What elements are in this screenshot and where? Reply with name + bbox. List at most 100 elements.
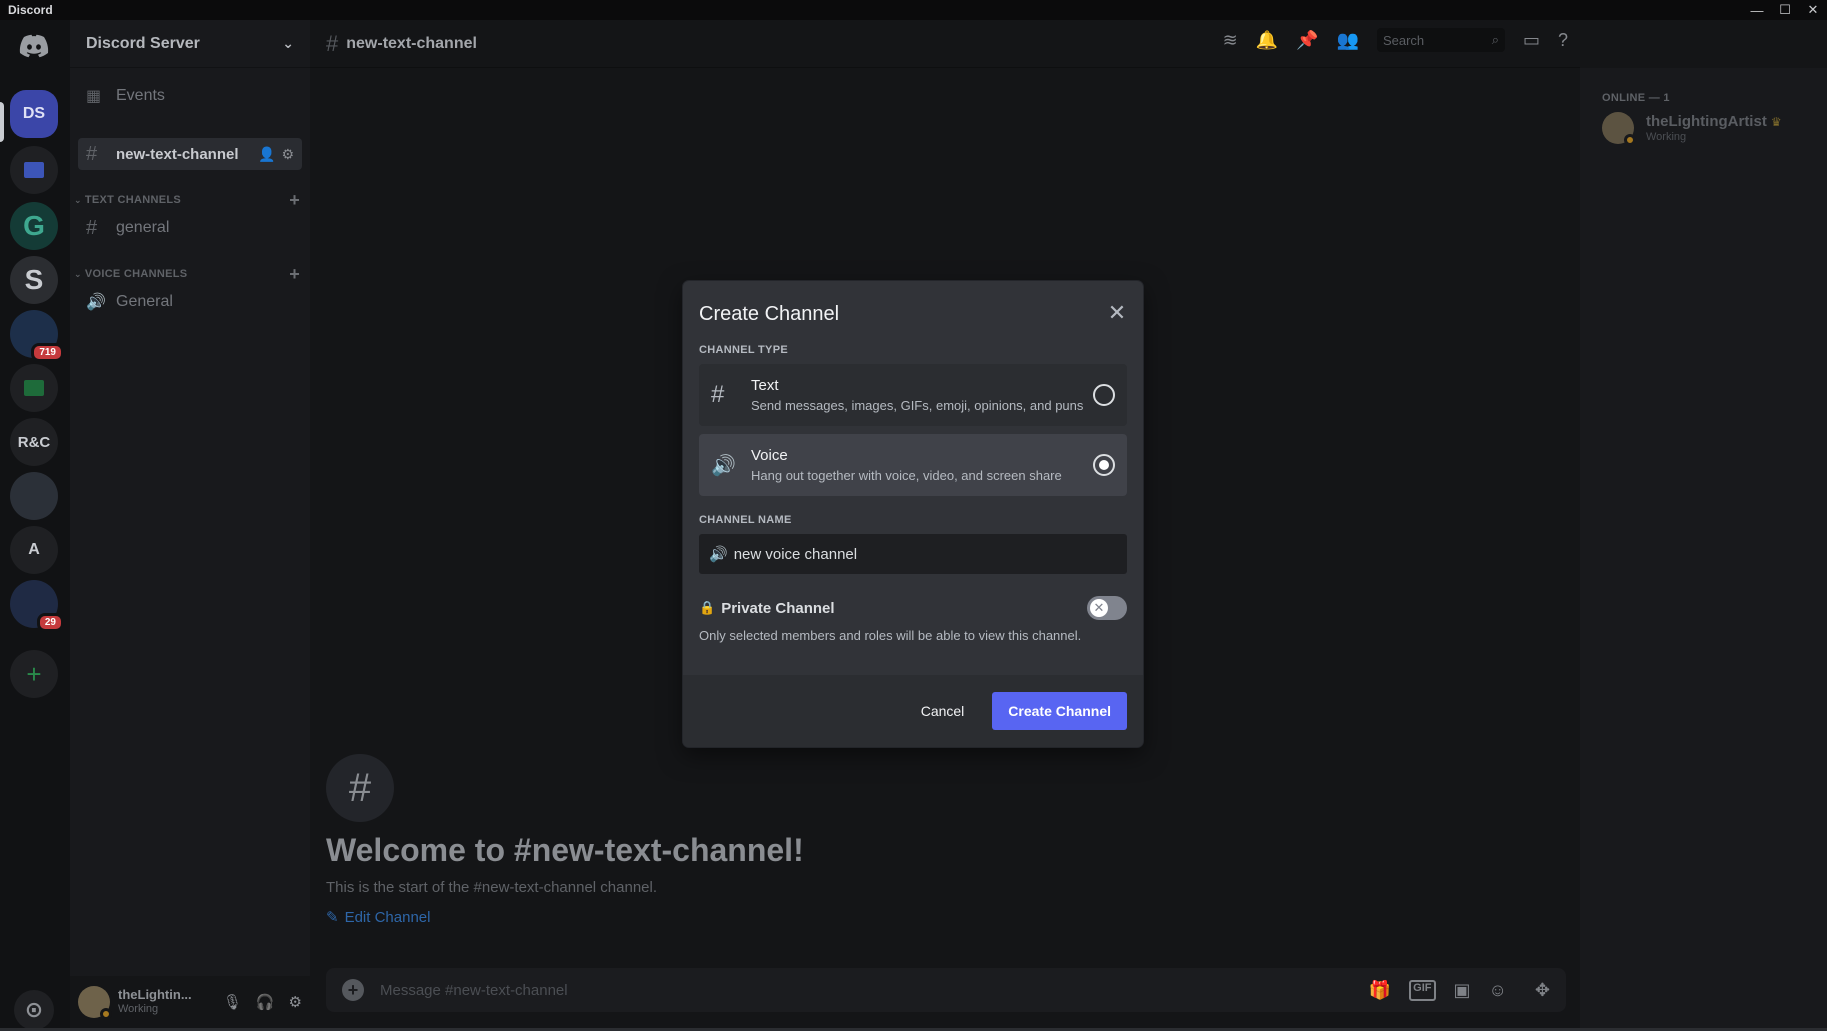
channel-type-voice-option[interactable]: 🔊 Voice Hang out together with voice, vi… [699, 434, 1127, 496]
sidebar-item-general[interactable]: # general [78, 212, 302, 244]
chevron-down-icon: ⌄ [282, 35, 294, 51]
hash-icon: # [326, 754, 394, 822]
server-rc[interactable]: R&C [10, 418, 58, 466]
welcome-title: Welcome to #new-text-channel! [326, 832, 804, 868]
speaker-icon: 🔊 [86, 294, 106, 311]
discover-icon[interactable]: ⊙ [14, 990, 54, 1030]
add-channel-icon[interactable]: + [289, 190, 300, 211]
create-channel-button[interactable]: Create Channel [992, 692, 1127, 730]
composer-tools: 🎁 GIF ▣ ☺ ✥ [1369, 979, 1550, 1001]
emoji-icon[interactable]: ☺ [1489, 980, 1507, 1001]
speaker-icon: 🔊 [709, 546, 728, 563]
server-rail: DS G S 719 R&C A 29 + ⊙ [0, 20, 70, 1030]
chevron-down-icon: ⌄ [74, 268, 82, 279]
active-server-pill [0, 102, 4, 142]
message-composer: + 🎁 GIF ▣ ☺ ✥ [326, 968, 1566, 1012]
avatar[interactable] [78, 986, 112, 1020]
inbox-icon[interactable]: ▭ [1523, 30, 1540, 51]
channel-name-input[interactable] [733, 545, 1094, 563]
sidebar-item-voice-general[interactable]: 🔊 General [78, 286, 302, 318]
add-server-button[interactable]: + [10, 650, 58, 698]
member-list-panel: ONLINE — 1 theLightingArtist ♛ Working [1580, 68, 1827, 1028]
gif-icon[interactable]: GIF [1409, 979, 1436, 1001]
server-g[interactable]: G [10, 202, 58, 250]
modal-title: Create Channel [699, 303, 840, 325]
radio-voice[interactable] [1093, 454, 1115, 476]
member-list: ONLINE — 1 theLightingArtist ♛ Working [1580, 20, 1827, 1028]
cancel-button[interactable]: Cancel [901, 692, 985, 730]
threads-icon[interactable]: ≋ [1223, 30, 1238, 51]
speaker-icon: 🔊 [711, 454, 736, 477]
channel-welcome: # Welcome to #new-text-channel! This is … [326, 754, 804, 926]
header-toolbar: ≋ 🔔 📌 👥 Search ⌕ ▭ ? [1223, 28, 1568, 52]
events-item[interactable]: ▦ Events [78, 80, 302, 112]
invite-icon[interactable]: 👤 [258, 146, 275, 163]
username: theLightin... [118, 987, 192, 1003]
server-a[interactable]: A [10, 526, 58, 574]
edit-channel-link[interactable]: ✎ Edit Channel [326, 908, 804, 927]
upload-plus-icon[interactable]: + [342, 979, 364, 1001]
channel-label: General [116, 293, 173, 310]
gift-icon[interactable]: 🎁 [1369, 980, 1391, 1001]
gear-icon[interactable]: ⚙ [281, 146, 294, 163]
close-window-button[interactable]: ✕ [1799, 0, 1827, 20]
lock-icon: 🔒 [699, 600, 716, 615]
category-label: TEXT CHANNELS [84, 194, 182, 206]
option-name: Text [751, 377, 779, 394]
add-channel-icon[interactable]: + [289, 264, 300, 285]
member-category: ONLINE — 1 [1602, 92, 1670, 104]
app-title: Discord [8, 3, 53, 17]
server-header[interactable]: Discord Server ⌄ [70, 20, 310, 68]
create-channel-modal: Create Channel ✕ CHANNEL TYPE # Text Sen… [683, 281, 1143, 747]
apps-icon[interactable]: ✥ [1535, 980, 1550, 1001]
radio-text[interactable] [1093, 384, 1115, 406]
option-description: Hang out together with voice, video, and… [751, 468, 1062, 483]
member-name: theLightingArtist [1646, 113, 1767, 130]
pencil-icon: ✎ [326, 909, 339, 926]
hash-icon: # [711, 381, 725, 408]
headphones-icon[interactable]: 🎧 [256, 993, 275, 1011]
help-icon[interactable]: ? [1558, 30, 1568, 51]
category-voice-channels[interactable]: ⌄ VOICE CHANNELS + [74, 264, 306, 284]
discord-window: Discord — ☐ ✕ DS G S 719 R&C A 29 + ⊙ Di… [0, 0, 1827, 1031]
channel-type-label: CHANNEL TYPE [699, 344, 788, 356]
server-ds[interactable]: DS [10, 90, 58, 138]
folder-icon [24, 380, 44, 396]
minimize-button[interactable]: — [1743, 0, 1771, 20]
toggle-off-icon: ✕ [1090, 599, 1108, 617]
bell-icon[interactable]: 🔔 [1256, 30, 1278, 51]
home-button[interactable] [10, 22, 58, 70]
status-indicator [1624, 134, 1636, 147]
private-channel-row: 🔒 Private Channel ✕ [699, 596, 1127, 620]
members-icon[interactable]: 👥 [1337, 30, 1359, 51]
server-folder-green[interactable] [10, 364, 58, 412]
channel-title: new-text-channel [346, 34, 477, 52]
server-avatar[interactable] [10, 472, 58, 520]
discord-logo-icon [19, 34, 49, 58]
member-item[interactable]: theLightingArtist ♛ Working [1602, 112, 1827, 147]
hash-icon: # [86, 216, 98, 239]
maximize-button[interactable]: ☐ [1771, 0, 1799, 20]
mention-badge: 719 [31, 343, 64, 362]
server-group-1[interactable]: 719 [10, 310, 64, 362]
sticker-icon[interactable]: ▣ [1454, 980, 1471, 1001]
private-channel-toggle[interactable]: ✕ [1087, 596, 1127, 620]
calendar-icon: ▦ [86, 88, 102, 105]
gear-icon[interactable]: ⚙ [289, 993, 302, 1011]
sidebar-item-new-text-channel[interactable]: # new-text-channel 👤 ⚙ [78, 138, 302, 170]
close-icon[interactable]: ✕ [1105, 300, 1129, 325]
server-group-2[interactable]: 29 [10, 580, 64, 632]
server-folder-blue[interactable] [10, 146, 58, 194]
title-bar: Discord — ☐ ✕ [0, 0, 1827, 20]
server-s[interactable]: S [10, 256, 58, 304]
avatar [1602, 112, 1636, 147]
pin-icon[interactable]: 📌 [1296, 30, 1318, 51]
modal-footer: Cancel Create Channel [683, 675, 1143, 747]
channel-type-text-option[interactable]: # Text Send messages, images, GIFs, emoj… [699, 364, 1127, 426]
channel-name-label: CHANNEL NAME [699, 514, 792, 526]
user-info[interactable]: theLightin... Working [118, 987, 192, 1016]
category-text-channels[interactable]: ⌄ TEXT CHANNELS + [74, 190, 306, 210]
microphone-icon[interactable]: 🎙 [223, 993, 242, 1011]
message-input[interactable] [380, 981, 1280, 999]
search-input[interactable]: Search ⌕ [1376, 28, 1505, 52]
